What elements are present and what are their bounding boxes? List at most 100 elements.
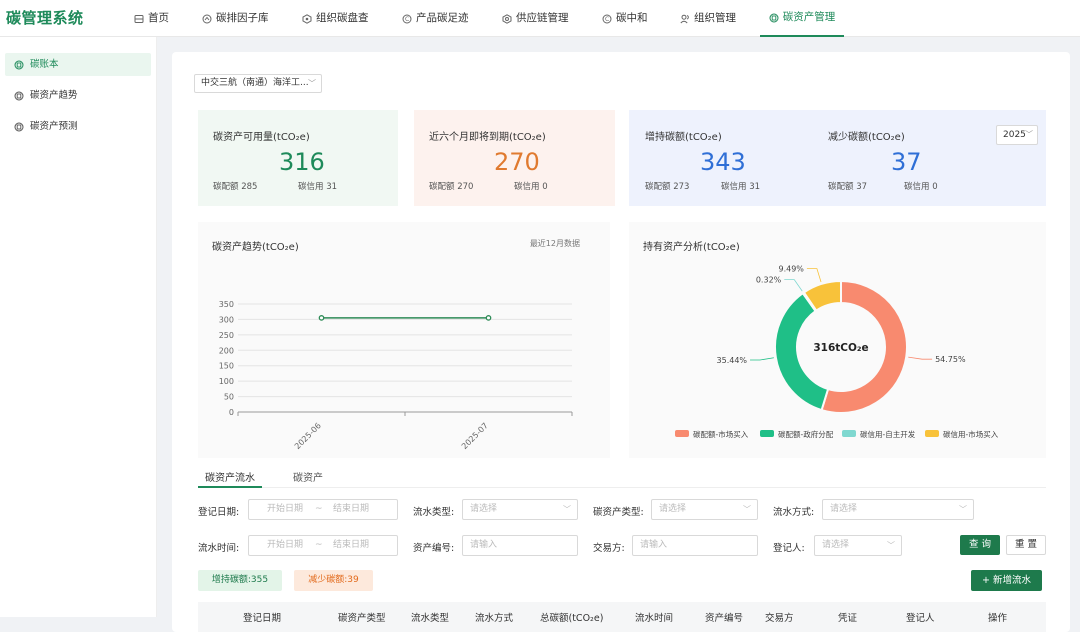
ledger-icon (14, 60, 24, 69)
nav-factor-library[interactable]: 碳排因子库 (202, 0, 269, 37)
expiring-title: 近六个月即将到期(tCO₂e) (429, 132, 546, 143)
registrant-select[interactable]: 请选择 ﹀ (814, 535, 902, 556)
col-actions[interactable]: 操作 (988, 610, 1007, 624)
nav-carbon-asset[interactable]: 碳资产管理 (760, 0, 844, 37)
flow-table-header: 登记日期 碳资产类型 流水类型 流水方式 总碳额(tCO₂e) 流水时间 资产编… (198, 602, 1046, 632)
flow-time-separator: ~ (315, 540, 323, 550)
asset-no-label: 资产编号: (413, 543, 455, 554)
add-flow-button[interactable]: + 新增流水 (971, 570, 1042, 591)
col-counterparty[interactable]: 交易方 (765, 610, 794, 624)
footprint-icon: C (402, 14, 412, 23)
data-point (318, 315, 325, 321)
x-tick-label: 2025-07 (460, 421, 490, 451)
flow-time-range[interactable]: 开始日期 ~ 结束日期 (248, 535, 398, 556)
chevron-down-icon: ﹀ (887, 541, 895, 550)
chevron-down-icon: ﹀ (743, 505, 751, 514)
reg-date-start: 开始日期 (267, 504, 304, 514)
expiring-credit: 碳信用 0 (514, 182, 548, 192)
legend-label: 碳配额-政府分配 (778, 429, 834, 439)
year-select[interactable]: 2025 ﹀ (996, 125, 1038, 145)
flow-time-start: 开始日期 (267, 540, 304, 550)
inventory-icon (302, 13, 312, 24)
flow-type-placeholder: 请选择 (470, 504, 498, 514)
expiring-card: 近六个月即将到期(tCO₂e) 270 碳配额 270 碳信用 0 (414, 110, 615, 206)
nav-org-inventory-label: 组织碳盘查 (316, 12, 369, 24)
tab-asset-flow[interactable]: 碳资产流水 (198, 469, 262, 488)
asset-no-input[interactable]: 请输入 (462, 535, 578, 556)
col-asset-type[interactable]: 碳资产类型 (338, 610, 386, 624)
asset-no-placeholder: 请输入 (470, 540, 498, 550)
counterparty-label: 交易方: (593, 543, 625, 554)
legend-swatch (842, 430, 856, 437)
home-icon (134, 14, 144, 23)
decrease-quota: 碳配额 37 (828, 182, 868, 192)
holdings-chart: 54.75% 35.44% 0.32% 9.49% 316tCO₂e 碳配额-市场买入 碳配… (675, 265, 999, 439)
data-point (485, 315, 492, 321)
neutral-icon: C (602, 14, 612, 23)
counterparty-placeholder: 请输入 (640, 540, 668, 550)
forecast-icon (14, 122, 24, 131)
col-registrant[interactable]: 登记人 (906, 610, 935, 624)
x-tick-label: 2025-06 (293, 421, 323, 451)
available-credit: 碳信用 31 (298, 182, 338, 192)
sidebar-item-forecast[interactable]: 碳资产预测 (5, 115, 151, 138)
factor-icon (202, 14, 212, 23)
slice-label: 0.32% (756, 276, 782, 285)
col-asset-no[interactable]: 资产编号 (705, 610, 743, 624)
nav-org-management-label: 组织管理 (694, 12, 736, 24)
col-voucher[interactable]: 凭证 (838, 610, 857, 624)
flow-method-select[interactable]: 请选择 ﹀ (822, 499, 974, 520)
reg-date-range[interactable]: 开始日期 ~ 结束日期 (248, 499, 398, 520)
slice-leader-line (784, 279, 803, 292)
nav-org-inventory[interactable]: 组织碳盘查 (302, 0, 369, 37)
query-button[interactable]: 查 询 (960, 535, 1000, 555)
asset-type-label: 碳资产类型: (593, 507, 644, 518)
slice-leader-line (750, 357, 774, 361)
increase-value: 343 (700, 148, 746, 176)
flow-time-label: 流水时间: (198, 543, 240, 554)
col-flow-time[interactable]: 流水时间 (635, 610, 673, 624)
chevron-down-icon: ﹀ (1025, 130, 1033, 139)
nav-home-label: 首页 (148, 12, 169, 24)
app-logo: 碳管理系统 (6, 9, 84, 27)
tab-assets[interactable]: 碳资产 (293, 469, 323, 488)
sidebar-item-trend[interactable]: 碳资产趋势 (5, 84, 151, 107)
flow-tabs: 碳资产流水 碳资产 (198, 464, 1046, 488)
sidebar-item-ledger[interactable]: 碳账本 (5, 53, 151, 76)
nav-supply-chain-label: 供应链管理 (516, 12, 569, 24)
legend-swatch (675, 430, 689, 437)
increase-credit: 碳信用 31 (721, 182, 761, 192)
asset-type-placeholder: 请选择 (659, 504, 687, 514)
col-flow-method[interactable]: 流水方式 (475, 610, 513, 624)
registrant-placeholder: 请选择 (822, 540, 850, 550)
slice-label: 35.44% (717, 356, 748, 365)
org-select[interactable]: 中交三航（南通）海洋工... ﹀ (194, 74, 322, 93)
nav-product-footprint[interactable]: C 产品碳足迹 (402, 0, 469, 37)
nav-supply-chain[interactable]: 供应链管理 (502, 0, 569, 37)
increase-quota: 碳配额 273 (645, 182, 690, 192)
reset-button[interactable]: 重 置 (1006, 535, 1046, 555)
nav-carbon-neutral[interactable]: C 碳中和 (602, 0, 648, 37)
supply-chain-icon (502, 13, 512, 24)
nav-carbon-asset-label: 碳资产管理 (782, 11, 836, 23)
flow-type-label: 流水类型: (413, 507, 455, 518)
chevron-down-icon: ﹀ (563, 505, 571, 514)
asset-type-select[interactable]: 请选择 ﹀ (651, 499, 758, 520)
available-quota: 碳配额 285 (213, 182, 258, 192)
col-flow-type[interactable]: 流水类型 (411, 610, 449, 624)
org-select-value: 中交三航（南通）海洋工... (201, 78, 309, 88)
nav-product-footprint-label: 产品碳足迹 (416, 12, 469, 24)
decrease-credit: 碳信用 0 (904, 182, 938, 192)
flow-type-select[interactable]: 请选择 ﹀ (462, 499, 578, 520)
counterparty-input[interactable]: 请输入 (632, 535, 758, 556)
nav-home[interactable]: 首页 (134, 0, 169, 37)
col-total-amount[interactable]: 总碳额(tCO₂e) (540, 610, 603, 624)
decrease-title: 减少碳额(tCO₂e) (828, 132, 905, 143)
col-reg-date[interactable]: 登记日期 (243, 610, 281, 624)
chevron-down-icon: ﹀ (308, 79, 316, 88)
nav-org-management[interactable]: 组织管理 (680, 0, 736, 37)
svg-text:C: C (405, 16, 409, 23)
available-value: 316 (279, 148, 325, 176)
flow-method-placeholder: 请选择 (830, 504, 858, 514)
increase-title: 增持碳额(tCO₂e) (645, 132, 722, 143)
